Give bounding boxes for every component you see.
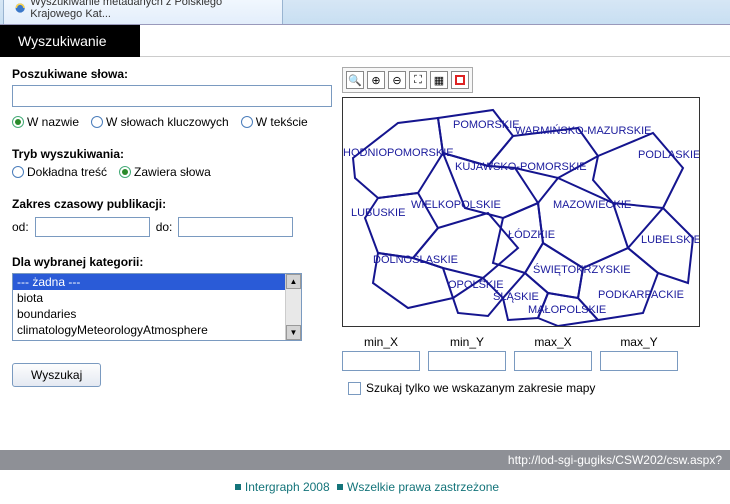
list-item[interactable]: boundaries xyxy=(13,306,301,322)
maxx-input[interactable] xyxy=(514,351,592,371)
browser-tab[interactable]: Wyszukiwanie metadanych z Polskiego Kraj… xyxy=(3,0,283,24)
minx-input[interactable] xyxy=(342,351,420,371)
footer-left: Intergraph 2008 xyxy=(245,480,330,494)
search-words-input[interactable] xyxy=(12,85,332,107)
region-label: LUBUSKIE xyxy=(351,207,405,219)
region-label: PODLASKIE xyxy=(638,149,700,161)
region-label: MAZOWIECKIE xyxy=(553,199,631,211)
list-item[interactable]: climatologyMeteorologyAtmosphere xyxy=(13,322,301,338)
region-label: DOLNOŚLĄSKIE xyxy=(373,253,458,266)
scroll-down-icon[interactable]: ▼ xyxy=(286,325,301,340)
miny-label: min_Y xyxy=(450,335,484,349)
map-extent-label: Szukaj tylko we wskazanym zakresie mapy xyxy=(366,381,595,395)
maxy-label: max_Y xyxy=(620,335,657,349)
minx-label: min_X xyxy=(364,335,398,349)
zoom-out-icon[interactable]: ⊖ xyxy=(388,71,406,89)
radio-contains[interactable]: Zawiera słowa xyxy=(119,165,211,179)
daterange-label: Zakres czasowy publikacji: xyxy=(12,197,332,211)
region-label: WIELKOPOLSKIE xyxy=(411,199,501,211)
map-view[interactable]: HODNIOPOMORSKIE POMORSKIE WARMIŃSKO-MAZU… xyxy=(342,97,700,327)
from-input[interactable] xyxy=(35,217,150,237)
ie-icon xyxy=(14,1,26,15)
category-listbox[interactable]: --- żadna --- biota boundaries climatolo… xyxy=(12,273,302,341)
category-label: Dla wybranej kategorii: xyxy=(12,255,332,269)
region-label: OPOLSKIE xyxy=(448,279,504,291)
maxx-label: max_X xyxy=(534,335,571,349)
region-label: WARMIŃSKO-MAZURSKIE xyxy=(515,124,652,137)
map-toolbar: 🔍 ⊕ ⊖ ⛶ ▦ xyxy=(342,67,473,93)
map-extent-checkbox[interactable] xyxy=(348,382,361,395)
region-label: PODKARPACKIE xyxy=(598,289,684,301)
to-label: do: xyxy=(156,220,173,234)
zoom-extent-icon[interactable]: ⛶ xyxy=(409,71,427,89)
list-item[interactable]: --- żadna --- xyxy=(13,274,301,290)
zoom-in-icon[interactable]: 🔍 xyxy=(346,71,364,89)
region-label: ŚLĄSKIE xyxy=(493,290,539,303)
mode-label: Tryb wyszukiwania: xyxy=(12,147,332,161)
scroll-up-icon[interactable]: ▲ xyxy=(286,274,301,289)
radio-in-keywords[interactable]: W słowach kluczowych xyxy=(91,115,229,129)
zoom-in-plus-icon[interactable]: ⊕ xyxy=(367,71,385,89)
region-label: LUBELSKIE xyxy=(641,234,700,246)
scrollbar[interactable]: ▲ ▼ xyxy=(285,274,301,340)
radio-in-text[interactable]: W tekście xyxy=(241,115,308,129)
to-input[interactable] xyxy=(178,217,293,237)
list-item[interactable]: biota xyxy=(13,290,301,306)
footer-right: Wszelkie prawa zastrzeżone xyxy=(347,480,499,494)
region-label: HODNIOPOMORSKIE xyxy=(343,147,454,159)
region-label: MAŁOPOLSKIE xyxy=(528,304,606,316)
grid-icon[interactable]: ▦ xyxy=(430,71,448,89)
footer: Intergraph 2008 Wszelkie prawa zastrzeżo… xyxy=(0,470,730,504)
maxy-input[interactable] xyxy=(600,351,678,371)
miny-input[interactable] xyxy=(428,351,506,371)
radio-exact[interactable]: Dokładna treść xyxy=(12,165,107,179)
page-tab-search[interactable]: Wyszukiwanie xyxy=(0,25,140,57)
search-words-label: Poszukiwane słowa: xyxy=(12,67,332,81)
region-label: POMORSKIE xyxy=(453,119,520,131)
search-button[interactable]: Wyszukaj xyxy=(12,363,101,387)
radio-in-name[interactable]: W nazwie xyxy=(12,115,79,129)
status-url: http://lod-sgi-gugiks/CSW202/csw.aspx? xyxy=(0,450,730,470)
browser-tab-bar: Wyszukiwanie metadanych z Polskiego Kraj… xyxy=(0,0,730,25)
region-label: ŁÓDZKIE xyxy=(508,228,555,241)
tab-title: Wyszukiwanie metadanych z Polskiego Kraj… xyxy=(30,0,272,20)
region-label: ŚWIĘTOKRZYSKIE xyxy=(533,263,631,276)
from-label: od: xyxy=(12,220,29,234)
select-rect-icon[interactable] xyxy=(451,71,469,89)
region-label: KUJAWSKO-POMORSKIE xyxy=(455,161,587,173)
